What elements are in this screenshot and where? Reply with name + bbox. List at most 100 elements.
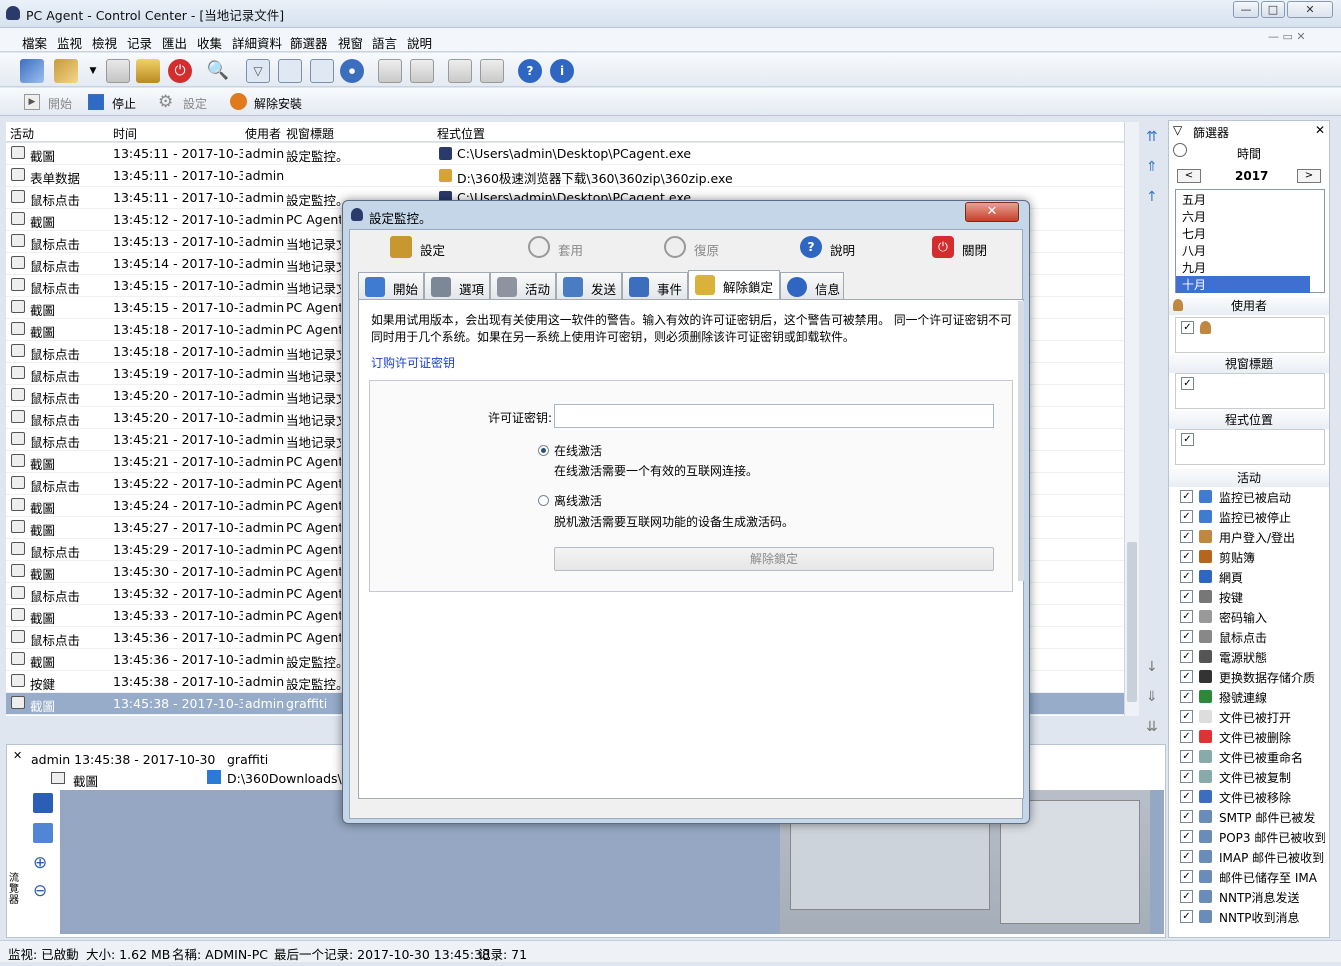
activity-checkbox[interactable]: ✓: [1180, 610, 1193, 623]
copy-icon[interactable]: [33, 823, 53, 843]
menu-collect[interactable]: 收集: [197, 33, 222, 52]
minimize-button[interactable]: —: [1233, 1, 1259, 18]
monitor-info-icon[interactable]: [310, 59, 334, 83]
activity-checkbox[interactable]: ✓: [1180, 770, 1193, 783]
last-record-icon[interactable]: ⇊: [1146, 720, 1160, 734]
activity-filter-item[interactable]: ✓ 用户登入/登出: [1175, 527, 1323, 546]
window-title-checkbox[interactable]: ✓: [1181, 377, 1194, 390]
license-key-input[interactable]: [554, 404, 994, 428]
menu-details[interactable]: 詳細資料: [232, 33, 282, 52]
activity-filter-item[interactable]: ✓ 邮件已储存至 IMA: [1175, 867, 1323, 886]
activity-checkbox[interactable]: ✓: [1180, 870, 1193, 883]
menu-filter[interactable]: 篩選器: [290, 33, 328, 52]
highlight-icon[interactable]: [278, 59, 302, 83]
lock-icon[interactable]: [136, 59, 160, 83]
activity-filter-item[interactable]: ✓ NNTP消息发送: [1175, 887, 1323, 906]
filter-close-icon[interactable]: ✕: [1315, 123, 1325, 137]
collect-icon[interactable]: [480, 59, 504, 83]
export-icon[interactable]: [378, 59, 402, 83]
info-icon[interactable]: i: [550, 59, 574, 83]
power-icon[interactable]: ⏻: [168, 59, 192, 83]
offline-activation-label[interactable]: 离线激活: [554, 492, 602, 509]
filter-icon[interactable]: ▽: [246, 59, 270, 83]
record-icon[interactable]: ⏺: [340, 59, 364, 83]
activity-checkbox[interactable]: ✓: [1180, 630, 1193, 643]
tab-events[interactable]: 事件: [622, 272, 688, 299]
table-row[interactable]: 表单数据 13:45:11 - 2017-10-30 admin D:\360极速浏览…: [6, 165, 1124, 187]
search-icon[interactable]: 🔍: [206, 59, 230, 83]
activity-checkbox[interactable]: ✓: [1180, 890, 1193, 903]
activity-filter-item[interactable]: ✓ 剪贴簿: [1175, 547, 1323, 566]
activity-checkbox[interactable]: ✓: [1180, 530, 1193, 543]
activity-filter-item[interactable]: ✓ 文件已被打开: [1175, 707, 1323, 726]
dialog-scrollbar[interactable]: [1018, 301, 1024, 581]
save-icon[interactable]: [33, 793, 53, 813]
activity-checkbox[interactable]: ✓: [1180, 550, 1193, 563]
activity-checkbox[interactable]: ✓: [1180, 650, 1193, 663]
zoom-out-icon[interactable]: ⊖: [33, 881, 47, 901]
stop-button[interactable]: 停止: [112, 95, 136, 112]
settings-button[interactable]: 設定: [183, 95, 207, 112]
tab-info[interactable]: 信息: [780, 272, 844, 299]
next-year-button[interactable]: >: [1297, 169, 1321, 183]
program-checkbox[interactable]: ✓: [1181, 433, 1194, 446]
menu-log[interactable]: 记录: [127, 33, 152, 52]
activity-checkbox[interactable]: ✓: [1180, 910, 1193, 923]
tab-options[interactable]: 選項: [424, 272, 490, 299]
table-row[interactable]: 截圖 13:45:11 - 2017-10-30admin設定監控。 C:\User…: [6, 143, 1124, 165]
activity-checkbox[interactable]: ✓: [1180, 670, 1193, 683]
tab-send[interactable]: 发送: [556, 272, 622, 299]
column-time[interactable]: 时间: [113, 125, 137, 142]
tab-activity[interactable]: 活动: [490, 272, 556, 299]
activity-checkbox[interactable]: ✓: [1180, 590, 1193, 603]
down-icon[interactable]: ↓: [1146, 660, 1160, 674]
activity-checkbox[interactable]: ✓: [1180, 570, 1193, 583]
scroll-thumb[interactable]: [1127, 542, 1137, 702]
first-record-icon[interactable]: ⇈: [1146, 130, 1160, 144]
prev-year-button[interactable]: <: [1177, 169, 1201, 183]
activity-filter-item[interactable]: ✓ 监控已被启动: [1175, 487, 1323, 506]
activity-checkbox[interactable]: ✓: [1180, 850, 1193, 863]
menu-monitor[interactable]: 监视: [57, 33, 82, 52]
column-window-title[interactable]: 视窗標題: [286, 125, 334, 142]
activity-filter-item[interactable]: ✓ 電源狀態: [1175, 647, 1323, 666]
menu-language[interactable]: 語言: [372, 33, 397, 52]
activity-checkbox[interactable]: ✓: [1180, 510, 1193, 523]
activity-filter-item[interactable]: ✓ 鼠标点击: [1175, 627, 1323, 646]
page-up-icon[interactable]: ⇑: [1146, 160, 1160, 174]
zoom-in-icon[interactable]: ⊕: [33, 853, 47, 873]
activity-filter-item[interactable]: ✓ 监控已被停止: [1175, 507, 1323, 526]
online-activation-label[interactable]: 在线激活: [554, 442, 602, 459]
month-item[interactable]: 六月: [1182, 208, 1312, 225]
menu-export[interactable]: 匯出: [162, 33, 187, 52]
month-item[interactable]: 五月: [1182, 191, 1312, 208]
print-icon[interactable]: [410, 59, 434, 83]
uninstall-button[interactable]: 解除安裝: [254, 95, 302, 112]
activity-filter-item[interactable]: ✓ 密码输入: [1175, 607, 1323, 626]
activity-checkbox[interactable]: ✓: [1180, 730, 1193, 743]
column-program-path[interactable]: 程式位置: [437, 125, 485, 142]
folder-icon[interactable]: [54, 59, 78, 83]
activity-checkbox[interactable]: ✓: [1180, 490, 1193, 503]
offline-activation-radio[interactable]: [538, 495, 549, 506]
menu-view[interactable]: 檢視: [92, 33, 117, 52]
month-item-selected[interactable]: 十月: [1176, 276, 1310, 293]
start-button[interactable]: 開始: [48, 95, 72, 112]
maximize-button[interactable]: □: [1261, 1, 1285, 18]
tab-start[interactable]: 開始: [358, 272, 424, 299]
edit-icon[interactable]: [20, 59, 44, 83]
user-checkbox[interactable]: ✓: [1181, 321, 1194, 334]
mdi-controls[interactable]: — ▭ ✕: [1268, 30, 1306, 43]
activity-filter-item[interactable]: ✓ 文件已被重命名: [1175, 747, 1323, 766]
month-item[interactable]: 七月: [1182, 225, 1312, 242]
activity-filter-item[interactable]: ✓ 文件已被移除: [1175, 787, 1323, 806]
column-user[interactable]: 使用者: [245, 125, 281, 142]
activity-filter-item[interactable]: ✓ 更换数据存储介质: [1175, 667, 1323, 686]
page-down-icon[interactable]: ⇓: [1146, 690, 1160, 704]
log-list-scrollbar[interactable]: [1124, 122, 1139, 716]
activity-checkbox[interactable]: ✓: [1180, 690, 1193, 703]
unlock-button[interactable]: 解除鎖定: [554, 547, 994, 571]
month-item[interactable]: 八月: [1182, 242, 1312, 259]
activity-filter-item[interactable]: ✓ IMAP 邮件已被收到: [1175, 847, 1324, 866]
menu-help[interactable]: 說明: [407, 33, 432, 52]
